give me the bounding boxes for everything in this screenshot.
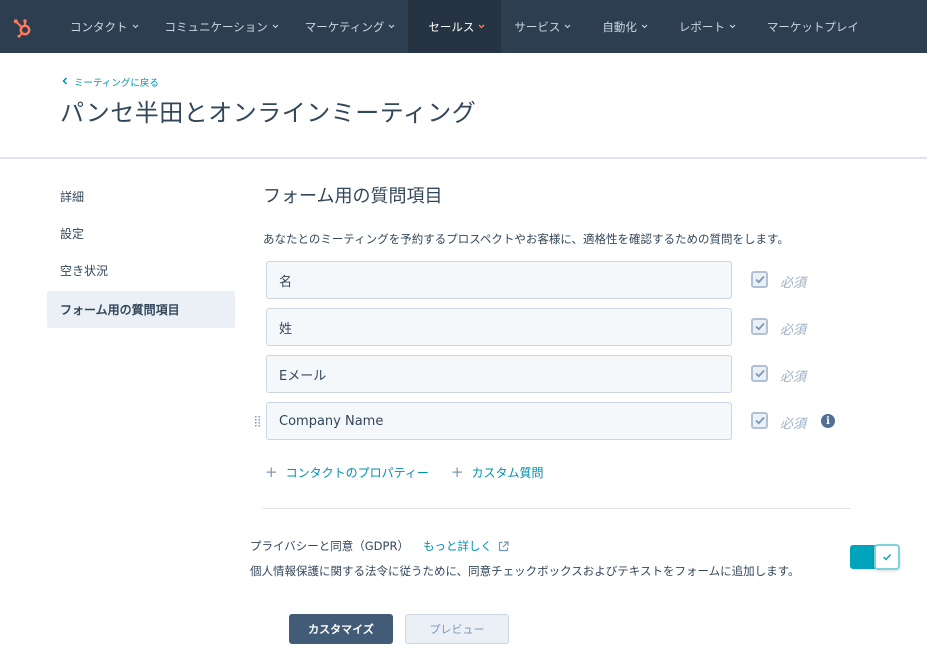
chevron-down-icon: [478, 23, 485, 30]
company-name-field[interactable]: Company Name: [266, 402, 732, 440]
field-value: Company Name: [279, 413, 384, 429]
nav-label: マーケティング: [304, 19, 385, 34]
customize-button[interactable]: カスタマイズ: [289, 614, 393, 644]
nav-label: セールス: [428, 19, 475, 34]
top-navigation: コンタクト コミュニケーション マーケティング セールス サービス 自動化 レポ…: [0, 0, 927, 53]
sidebar-item-label: フォーム用の質問項目: [60, 303, 180, 317]
checkmark-icon: [754, 275, 765, 284]
sidebar-item-settings[interactable]: 設定: [47, 215, 235, 252]
sidebar-item-form-questions[interactable]: フォーム用の質問項目: [47, 291, 235, 328]
required-checkbox[interactable]: [751, 365, 768, 382]
nav-label: マーケットプレイ: [766, 19, 859, 34]
header-divider: [0, 157, 927, 159]
sidebar-item-details[interactable]: 詳細: [47, 178, 235, 215]
form-field-row: Company Name 必須 i: [250, 402, 870, 440]
add-custom-question-label: カスタム質問: [471, 466, 544, 480]
required-label: 必須: [780, 417, 807, 432]
plus-icon: +: [265, 463, 278, 481]
gdpr-header: プライバシーと同意（GDPR） もっと詳しく: [250, 538, 509, 554]
toggle-knob: [874, 544, 900, 570]
add-contact-property-link[interactable]: + コンタクトのプロパティー: [265, 464, 429, 481]
field-value: Eメール: [279, 368, 327, 384]
form-field-row: 名 必須: [250, 261, 870, 299]
checkmark-icon: [754, 322, 765, 331]
required-label: 必須: [780, 323, 807, 338]
required-label: 必須: [780, 276, 807, 291]
required-checkbox[interactable]: [751, 318, 768, 335]
learn-more-link[interactable]: もっと詳しく: [423, 538, 509, 554]
sidebar-item-availability[interactable]: 空き状況: [47, 252, 235, 289]
nav-item-automation[interactable]: 自動化: [584, 0, 661, 53]
required-checkbox[interactable]: [751, 412, 768, 429]
add-contact-property-label: コンタクトのプロパティー: [285, 466, 429, 480]
checkmark-icon: [754, 369, 765, 378]
nav-item-contacts[interactable]: コンタクト: [46, 0, 152, 53]
section-title: フォーム用の質問項目: [263, 186, 443, 207]
nav-item-marketplace[interactable]: マーケットプレイ: [749, 0, 872, 53]
sidebar-item-label: 空き状況: [60, 264, 109, 278]
required-label: 必須: [780, 370, 807, 385]
back-link-label: ミーティングに戻る: [74, 78, 159, 89]
drag-handle-icon[interactable]: [254, 414, 262, 428]
page-title: パンセ半田とオンラインミーティング: [60, 99, 477, 127]
learn-more-label: もっと詳しく: [422, 539, 492, 553]
chevron-down-icon: [564, 23, 571, 30]
last-name-field[interactable]: 姓: [266, 308, 732, 346]
field-value: 姓: [279, 321, 293, 337]
add-custom-question-link[interactable]: + カスタム質問: [451, 464, 544, 481]
nav-label: 自動化: [602, 19, 637, 34]
form-field-row: Eメール 必須: [250, 355, 870, 393]
chevron-left-icon: [62, 76, 68, 88]
nav-label: コミュニケーション: [164, 19, 268, 34]
section-description: あなたとのミーティングを予約するプロスペクトやお客様に、適格性を確認するための質…: [263, 232, 789, 246]
chevron-down-icon: [388, 23, 395, 30]
plus-icon: +: [450, 463, 464, 481]
required-checkbox[interactable]: [751, 271, 768, 288]
nav-label: レポート: [678, 19, 725, 34]
chevron-down-icon: [272, 23, 279, 30]
first-name-field[interactable]: 名: [266, 261, 732, 299]
gdpr-toggle[interactable]: [850, 544, 901, 570]
nav-label: コンタクト: [70, 19, 128, 34]
gdpr-title: プライバシーと同意（GDPR）: [250, 539, 409, 553]
add-question-links: + コンタクトのプロパティー + カスタム質問: [265, 464, 543, 481]
chevron-down-icon: [729, 23, 736, 30]
email-field[interactable]: Eメール: [266, 355, 732, 393]
hubspot-logo-icon[interactable]: [0, 0, 46, 53]
checkmark-icon: [754, 416, 765, 425]
nav-item-reports[interactable]: レポート: [661, 0, 749, 53]
preview-button[interactable]: プレビュー: [405, 614, 509, 644]
field-value: 名: [279, 274, 293, 290]
nav-item-conversations[interactable]: コミュニケーション: [152, 0, 292, 53]
nav-item-service[interactable]: サービス: [501, 0, 584, 53]
nav-item-marketing[interactable]: マーケティング: [292, 0, 409, 53]
checkmark-icon: [883, 554, 892, 561]
nav-label: サービス: [514, 19, 561, 34]
nav-item-sales[interactable]: セールス: [408, 0, 502, 53]
external-link-icon: [498, 540, 509, 551]
chevron-down-icon: [132, 23, 139, 30]
chevron-down-icon: [641, 23, 648, 30]
gdpr-description: 個人情報保護に関する法令に従うために、同意チェックボックスおよびテキストをフォー…: [250, 564, 800, 578]
section-divider: [263, 508, 851, 509]
sidebar-item-label: 詳細: [60, 190, 85, 204]
sidebar-item-label: 設定: [60, 227, 85, 241]
form-field-row: 姓 必須: [250, 308, 870, 346]
info-icon[interactable]: i: [821, 414, 835, 428]
back-to-meetings-link[interactable]: ミーティングに戻る: [62, 75, 159, 89]
